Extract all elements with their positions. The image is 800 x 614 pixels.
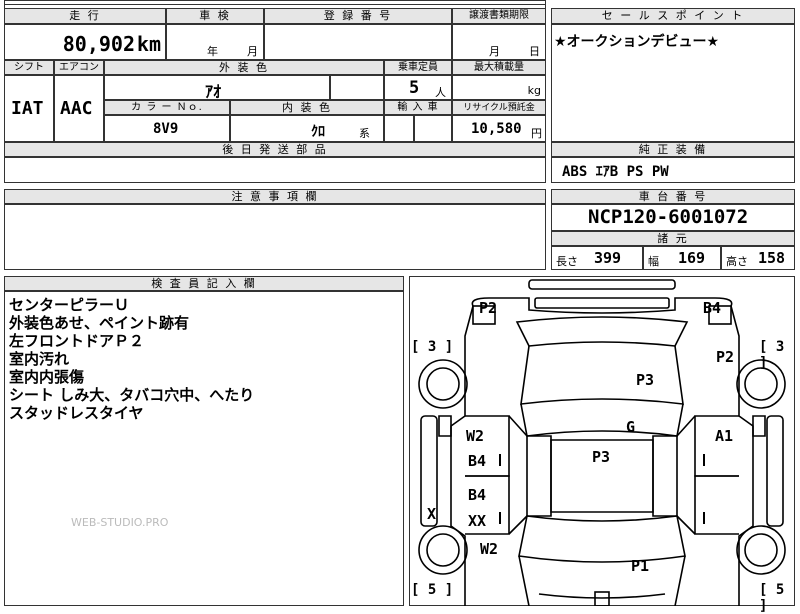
damage-mark-b4-left-top: B4 — [468, 452, 487, 470]
ac-header: エアコン — [54, 60, 104, 75]
damage-mark-bracket-bottom-left: [ 5 ] — [411, 582, 454, 598]
later-parts-header: 後 日 発 送 部 品 — [4, 142, 546, 157]
int-color-value: ｸﾛ — [311, 124, 325, 140]
inspection-cell: 年 月 — [166, 24, 264, 60]
ext-color-cell: ｱｵ — [104, 75, 330, 101]
maxload-cell: kg — [452, 75, 546, 100]
int-color-suffix: 系 — [359, 127, 370, 140]
damage-mark-p1: P1 — [631, 557, 650, 575]
inspector-line: スタッドレスタイヤ — [9, 404, 144, 422]
ac-cell: AAC — [54, 75, 104, 142]
mileage-header: 走 行 — [4, 8, 166, 24]
import-cell-b — [414, 115, 452, 142]
shift-cell: IAT — [4, 75, 54, 142]
damage-mark-w2-left-bottom: W2 — [480, 540, 499, 558]
specs-height-cell: 高さ 158 — [721, 246, 795, 270]
chassis-value: NCP120-6001072 — [588, 206, 749, 228]
ext-color-header: 外 装 色 — [104, 60, 384, 75]
recycle-header: リサイクル預託金 — [452, 100, 546, 115]
damage-mark-bracket-top-right: [ 3 ] — [759, 339, 785, 371]
colorno-header: カ ラ ー Ｎｏ. — [104, 100, 230, 115]
damage-mark-b4-right: B4 — [703, 299, 722, 317]
shift-value: IAT — [11, 98, 44, 119]
capacity-unit: 人 — [435, 86, 446, 99]
mileage-cell: 80,902 km — [4, 24, 166, 60]
damage-mark-g: G — [626, 418, 636, 436]
notes-cell — [4, 204, 546, 270]
specs-header: 諸 元 — [551, 231, 795, 246]
recycle-value: 10,580 — [471, 121, 522, 137]
damage-mark-p3-mid: P3 — [592, 448, 611, 466]
specs-length-value: 399 — [594, 249, 622, 267]
sales-cell: ★オークションデビュー★ — [551, 24, 795, 142]
capacity-cell: 5 人 — [384, 75, 452, 100]
notes-header: 注 意 事 項 欄 — [4, 189, 546, 204]
specs-length-label: 長さ — [556, 255, 578, 268]
damage-mark-b4-left-mid: B4 — [468, 486, 487, 504]
watermark: WEB-STUDIO.PRO — [71, 516, 169, 529]
specs-length-cell: 長さ 399 — [551, 246, 643, 270]
inspection-year: 年 — [207, 45, 218, 58]
maxload-unit: kg — [527, 84, 541, 97]
specs-height-label: 高さ — [726, 255, 748, 268]
maxload-header: 最大積載量 — [452, 60, 546, 75]
recycle-unit: 円 — [531, 127, 542, 140]
sales-text: ★オークションデビュー★ — [554, 34, 720, 50]
later-parts-cell — [4, 157, 546, 183]
import-cell-a — [384, 115, 414, 142]
equipment-header: 純 正 装 備 — [551, 142, 795, 157]
registration-header: 登 録 番 号 — [264, 8, 452, 24]
colorno-value: 8V9 — [153, 121, 179, 137]
sales-header: セ ー ル ス ポ イ ン ト — [551, 8, 795, 24]
top-strip-line — [4, 4, 546, 5]
damage-mark-xx: XX — [468, 512, 487, 530]
ext-color-extra-cell — [330, 75, 384, 100]
chassis-header: 車 台 番 号 — [551, 189, 795, 204]
int-color-cell: ｸﾛ 系 — [230, 115, 384, 142]
transfer-cell: 月 日 — [452, 24, 546, 60]
ext-color-value: ｱｵ — [205, 82, 222, 101]
damage-mark-bracket-top-left: [ 3 ] — [411, 339, 454, 355]
damage-mark-bracket-bottom-right: [ 5 ] — [759, 582, 785, 614]
registration-cell — [264, 24, 452, 60]
damage-mark-p2-left: P2 — [479, 299, 498, 317]
capacity-header: 乗車定員 — [384, 60, 452, 75]
mileage-unit: km — [136, 32, 161, 56]
equipment-text: ABS ｴｱB PS PW — [562, 164, 669, 180]
chassis-cell: NCP120-6001072 — [551, 204, 795, 231]
recycle-cell: 10,580 円 — [452, 115, 546, 142]
transfer-day: 日 — [529, 45, 540, 58]
specs-height-value: 158 — [758, 249, 786, 267]
int-color-header: 内 装 色 — [230, 100, 384, 115]
inspection-header: 車 検 — [166, 8, 264, 24]
transfer-header: 譲渡書類期限 — [452, 8, 546, 24]
specs-width-value: 169 — [678, 249, 706, 267]
colorno-cell: 8V9 — [104, 115, 230, 142]
shift-header: シフト — [4, 60, 54, 75]
damage-mark-w2-left-top: W2 — [466, 427, 485, 445]
transfer-month: 月 — [489, 45, 500, 58]
specs-width-label: 幅 — [648, 255, 659, 268]
damage-mark-x-left: X — [427, 505, 437, 523]
equipment-cell: ABS ｴｱB PS PW — [551, 157, 795, 183]
ac-value: AAC — [60, 98, 93, 119]
inspector-header: 検 査 員 記 入 欄 — [4, 276, 404, 291]
capacity-value: 5 — [409, 78, 420, 98]
import-header: 輸 入 車 — [384, 100, 452, 115]
mileage-value: 80,902 — [62, 32, 135, 56]
specs-width-cell: 幅 169 — [643, 246, 721, 270]
inspector-cell: センターピラーＵ 外装色あせ、ペイント跡有 左フロントドアＰ２ 室内汚れ 室内内… — [4, 291, 404, 606]
damage-mark-p3-top: P3 — [636, 371, 655, 389]
damage-mark-a1: A1 — [715, 427, 734, 445]
inspection-month: 月 — [247, 45, 258, 58]
damage-mark-p2-right: P2 — [716, 348, 735, 366]
